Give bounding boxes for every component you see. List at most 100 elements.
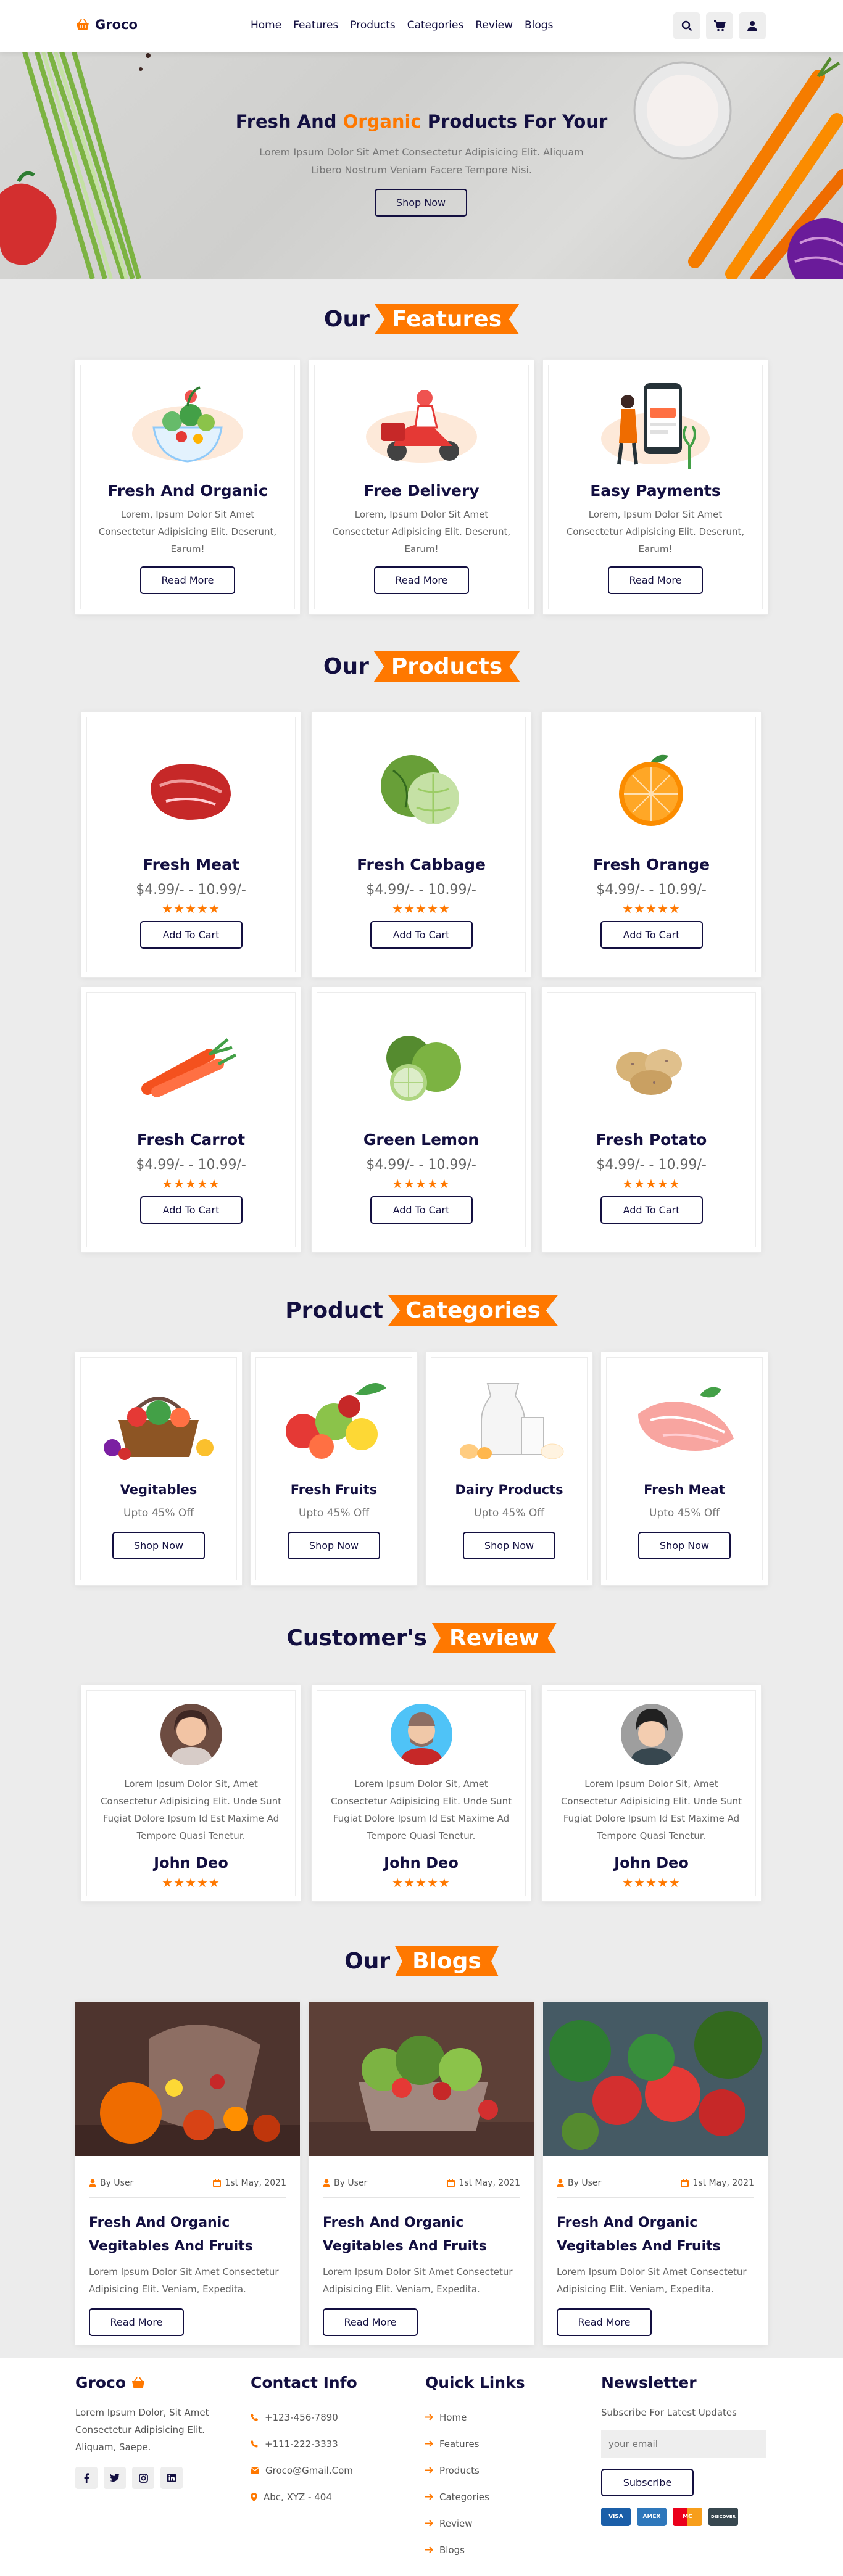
linkedin-link[interactable] xyxy=(160,2467,183,2489)
blog-excerpt: Lorem Ipsum Dolor Sit Amet Consectetur A… xyxy=(557,2266,747,2295)
nav-categories[interactable]: Categories xyxy=(407,19,464,31)
blog-card: By User 1st May, 2021 Fresh And Organic … xyxy=(543,2002,768,2345)
read-more-button[interactable]: Read More xyxy=(89,2308,184,2336)
subscribe-button[interactable]: Subscribe xyxy=(601,2469,694,2496)
brand-name: Groco xyxy=(95,17,138,32)
feature-card: Free Delivery Lorem, Ipsum Dolor Sit Ame… xyxy=(309,360,534,614)
mobile-payment-illustration xyxy=(601,383,710,469)
contact-phone-2[interactable]: +111-222-3333 xyxy=(251,2430,405,2457)
amex-card-icon: AMEX xyxy=(637,2508,667,2526)
quick-links-heading: Quick Links xyxy=(425,2374,525,2392)
cart-button[interactable] xyxy=(706,12,733,39)
footer-link-home[interactable]: Home xyxy=(425,2404,573,2430)
blog-author: By User xyxy=(89,2178,133,2188)
meat-image xyxy=(638,1387,734,1451)
basket-icon xyxy=(132,2376,145,2388)
blog-card: By User 1st May, 2021 Fresh And Organic … xyxy=(309,2002,534,2345)
calendar-icon xyxy=(447,2179,455,2187)
orange-image xyxy=(619,754,683,826)
user-button[interactable] xyxy=(739,12,766,39)
user-icon xyxy=(89,2179,96,2187)
category-card: Vegitables Upto 45% Off Shop Now xyxy=(75,1352,242,1585)
contact-email[interactable]: Groco@Gmail.Com xyxy=(251,2457,405,2483)
vegetable-basket-image xyxy=(104,1397,214,1460)
hero-title: Fresh And Organic Products For Your xyxy=(235,111,608,132)
footer-link-review[interactable]: Review xyxy=(425,2510,573,2537)
calendar-icon xyxy=(681,2179,689,2187)
blog-title[interactable]: Fresh And Organic Vegitables And Fruits xyxy=(323,2211,521,2258)
footer-link-blogs[interactable]: Blogs xyxy=(425,2537,573,2563)
blogs-heading: Our Blogs xyxy=(0,1946,843,1983)
user-icon xyxy=(323,2179,330,2187)
delivery-scooter-illustration xyxy=(366,390,477,463)
product-card: Fresh Orange $4.99/- - 10.99/- ★★★★★ Add… xyxy=(542,712,761,977)
blog-title[interactable]: Fresh And Organic Vegitables And Fruits xyxy=(89,2211,288,2258)
search-button[interactable] xyxy=(673,12,700,39)
main-nav: Home Features Products Categories Review… xyxy=(251,19,553,31)
blog-meta: By User 1st May, 2021 xyxy=(557,2168,754,2198)
calendar-icon xyxy=(213,2179,222,2187)
blog-excerpt: Lorem Ipsum Dolor Sit Amet Consectetur A… xyxy=(323,2266,513,2295)
contact-address[interactable]: Abc, XYZ - 404 xyxy=(251,2483,405,2510)
blog-image[interactable] xyxy=(543,2002,768,2156)
blog-date: 1st May, 2021 xyxy=(447,2178,520,2188)
blog-title[interactable]: Fresh And Organic Vegitables And Fruits xyxy=(557,2211,755,2258)
footer-quick-links: Quick Links Home Features Products Categ… xyxy=(425,2374,573,2563)
products-heading: Our Products xyxy=(0,651,843,688)
blog-excerpt: Lorem Ipsum Dolor Sit Amet Consectetur A… xyxy=(89,2266,279,2295)
instagram-icon xyxy=(138,2473,148,2483)
twitter-icon xyxy=(110,2474,120,2482)
category-card: Dairy Products Upto 45% Off Shop Now xyxy=(426,1352,592,1585)
blog-date: 1st May, 2021 xyxy=(681,2178,754,2188)
contact-phone-1[interactable]: +123-456-7890 xyxy=(251,2404,405,2430)
product-card: Fresh Potato $4.99/- - 10.99/- ★★★★★ Add… xyxy=(542,987,761,1252)
twitter-link[interactable] xyxy=(104,2467,126,2489)
newsletter-email-input[interactable] xyxy=(601,2430,766,2458)
facebook-link[interactable] xyxy=(75,2467,98,2489)
mastercard-icon: MC xyxy=(673,2508,702,2526)
envelope-icon xyxy=(251,2467,259,2474)
hero-title-accent: Organic xyxy=(343,111,422,132)
footer-link-categories[interactable]: Categories xyxy=(425,2483,573,2510)
meat-image xyxy=(151,764,231,820)
blog-author: By User xyxy=(557,2178,601,2188)
cabbage-image xyxy=(381,755,459,824)
nav-blogs[interactable]: Blogs xyxy=(525,19,553,31)
carrot-image xyxy=(141,1038,237,1097)
vegetables-right-illustration xyxy=(633,57,843,279)
product-card: Fresh Meat $4.99/- - 10.99/- ★★★★★ Add T… xyxy=(81,712,301,977)
blog-meta: By User 1st May, 2021 xyxy=(89,2168,286,2198)
vegetables-left-illustration xyxy=(0,52,154,279)
arrow-right-icon xyxy=(425,2414,433,2421)
phone-icon xyxy=(251,2440,258,2448)
map-marker-icon xyxy=(251,2492,257,2501)
hero-text: Lorem Ipsum Dolor Sit Amet Consectetur A… xyxy=(259,146,584,176)
footer-link-products[interactable]: Products xyxy=(425,2457,573,2483)
read-more-button[interactable]: Read More xyxy=(323,2308,418,2336)
footer-about: Groco Lorem Ipsum Dolor, Sit Amet Consec… xyxy=(75,2374,236,2489)
nav-products[interactable]: Products xyxy=(350,19,395,31)
blog-image[interactable] xyxy=(75,2002,300,2156)
blog-date: 1st May, 2021 xyxy=(213,2178,286,2188)
feature-card: Fresh And Organic Lorem, Ipsum Dolor Sit… xyxy=(75,360,300,614)
features-heading: Our Features xyxy=(0,304,843,341)
instagram-link[interactable] xyxy=(132,2467,154,2489)
footer-about-text: Lorem Ipsum Dolor, Sit Amet Consectetur … xyxy=(75,2407,209,2453)
basket-icon xyxy=(77,19,89,30)
nav-home[interactable]: Home xyxy=(251,19,281,31)
read-more-button[interactable]: Read More xyxy=(557,2308,652,2336)
footer-link-features[interactable]: Features xyxy=(425,2430,573,2457)
blog-meta: By User 1st May, 2021 xyxy=(323,2168,520,2198)
blog-image[interactable] xyxy=(309,2002,534,2156)
reviews-heading: Customer's Review xyxy=(0,1623,843,1660)
hero-shop-now-button[interactable]: Shop Now xyxy=(375,189,467,217)
visa-card-icon: VISA xyxy=(601,2508,631,2526)
site-footer: Groco Lorem Ipsum Dolor, Sit Amet Consec… xyxy=(0,2358,843,2576)
blog-card: By User 1st May, 2021 Fresh And Organic … xyxy=(75,2002,300,2345)
facebook-icon xyxy=(84,2473,89,2483)
category-card: Fresh Fruits Upto 45% Off Shop Now xyxy=(251,1352,417,1585)
nav-features[interactable]: Features xyxy=(293,19,338,31)
footer-newsletter: Newsletter Subscribe For Latest Updates … xyxy=(601,2374,768,2526)
nav-review[interactable]: Review xyxy=(475,19,513,31)
brand-logo[interactable]: Groco xyxy=(75,17,138,32)
